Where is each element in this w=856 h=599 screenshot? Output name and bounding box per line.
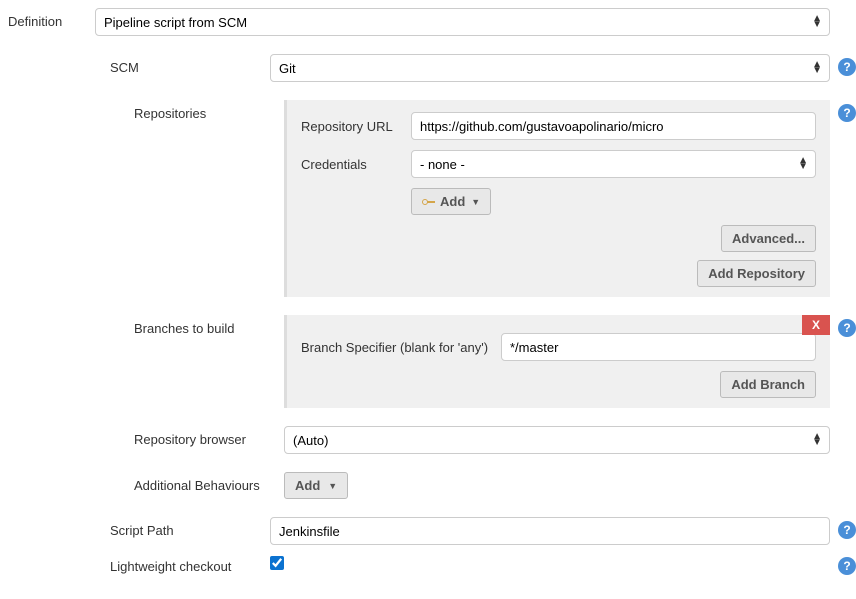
repo-browser-select[interactable]: (Auto) [284, 426, 830, 454]
chevron-down-icon: ▼ [328, 481, 337, 491]
branch-specifier-label: Branch Specifier (blank for 'any') [301, 340, 501, 355]
add-repository-button[interactable]: Add Repository [697, 260, 816, 287]
help-icon[interactable]: ? [838, 557, 856, 575]
repositories-label: Repositories [134, 100, 284, 121]
additional-add-button[interactable]: Add ▼ [284, 472, 348, 499]
credentials-label: Credentials [301, 157, 411, 172]
definition-select[interactable]: Pipeline script from SCM [95, 8, 830, 36]
branch-specifier-input[interactable] [501, 333, 816, 361]
chevron-down-icon: ▼ [471, 197, 480, 207]
branches-label: Branches to build [134, 315, 284, 336]
script-path-input[interactable] [270, 517, 830, 545]
script-path-label: Script Path [110, 517, 270, 538]
credentials-select[interactable]: - none - [411, 150, 816, 178]
close-icon[interactable]: X [802, 315, 830, 335]
help-icon[interactable]: ? [838, 104, 856, 122]
additional-behaviours-label: Additional Behaviours [134, 472, 284, 493]
scm-label: SCM [110, 54, 270, 75]
key-icon [422, 198, 436, 206]
credentials-add-button[interactable]: Add ▼ [411, 188, 491, 215]
repo-url-input[interactable] [411, 112, 816, 140]
help-icon[interactable]: ? [838, 521, 856, 539]
lightweight-checkout-label: Lightweight checkout [110, 553, 270, 574]
definition-label: Definition [0, 8, 95, 29]
help-icon[interactable]: ? [838, 58, 856, 76]
help-icon[interactable]: ? [838, 319, 856, 337]
lightweight-checkout-checkbox[interactable] [270, 556, 284, 570]
add-branch-button[interactable]: Add Branch [720, 371, 816, 398]
repo-url-label: Repository URL [301, 119, 411, 134]
repo-browser-label: Repository browser [134, 426, 284, 447]
scm-select[interactable]: Git [270, 54, 830, 82]
advanced-button[interactable]: Advanced... [721, 225, 816, 252]
